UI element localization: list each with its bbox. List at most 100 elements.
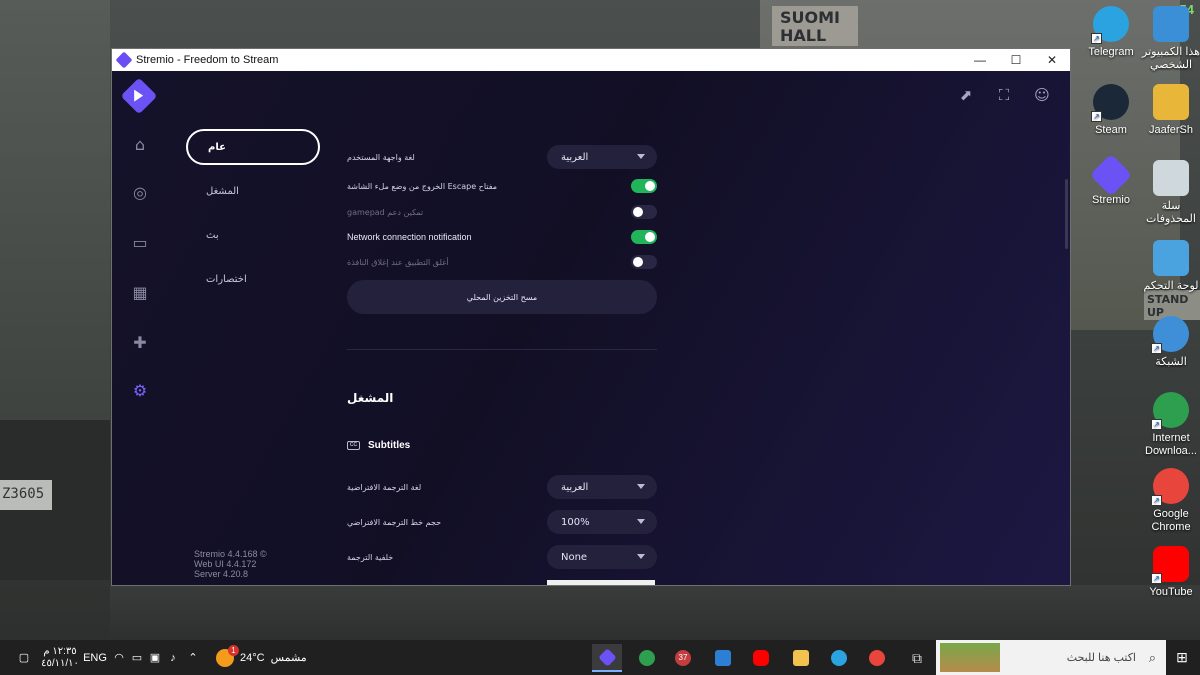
subtitle-size-select[interactable]: 100%: [547, 510, 657, 534]
sun-icon: 1: [216, 644, 239, 667]
taskbar-app-badged[interactable]: 37: [668, 644, 698, 672]
notification-center-icon[interactable]: ▢: [12, 640, 36, 675]
desktop-icon-jaafersh[interactable]: JaaferSh: [1136, 84, 1200, 137]
desktop-icon-chrome[interactable]: ↗ Google Chrome: [1136, 468, 1200, 534]
category-streaming[interactable]: بث: [186, 217, 320, 253]
settings-scrollbar[interactable]: [1065, 179, 1068, 249]
version-server: Server 4.20.8: [194, 569, 249, 579]
desktop-icon-this-pc[interactable]: هذا الكمبيوتر الشخصي: [1136, 6, 1200, 72]
desktop-icon-idm[interactable]: ↗ Internet Downloa...: [1136, 392, 1200, 458]
desktop-icon-network[interactable]: ↗ الشبكة: [1136, 316, 1200, 369]
subtitle-language-select[interactable]: العربية: [547, 475, 657, 499]
taskbar-app-youtube[interactable]: [746, 644, 776, 672]
network-notification-label: Network connection notification: [347, 232, 472, 242]
desktop-icon-youtube[interactable]: ↗ YouTube: [1136, 546, 1200, 599]
task-view-button[interactable]: ⧉: [902, 644, 932, 672]
stremio-app-icon: [115, 51, 133, 69]
stremio-logo[interactable]: [120, 77, 158, 115]
volume-icon[interactable]: ♪: [166, 640, 180, 675]
telegram-icon: [831, 650, 847, 666]
search-placeholder: اكتب هنا للبحث: [1066, 652, 1136, 664]
quit-on-close-label: أغلق التطبيق عند إغلاق النافذة: [347, 257, 449, 267]
wallpaper-plate: Z3605: [0, 480, 52, 510]
version-web: Web UI 4.4.172: [194, 559, 257, 569]
wallpaper-trees: [0, 0, 110, 420]
maximize-button[interactable]: ☐: [998, 49, 1034, 71]
search-icon: ⌕: [1148, 649, 1156, 665]
settings-content: لغة واجهة المستخدم العربية الخروج من وضع…: [347, 71, 657, 585]
settings-icon[interactable]: ⚙: [130, 381, 150, 401]
subtitle-background-select[interactable]: None: [547, 545, 657, 569]
chevron-down-icon: [637, 154, 645, 159]
control-panel-icon: [1153, 240, 1189, 276]
subtitle-language-label: لغة الترجمة الافتراضية: [347, 482, 422, 492]
stremio-icon: [597, 647, 617, 667]
language-indicator[interactable]: ENG: [83, 640, 107, 675]
external-link-icon[interactable]: ⬈: [956, 85, 976, 105]
quit-on-close-toggle[interactable]: [631, 255, 657, 269]
weather-temp: 24°C: [240, 651, 265, 664]
telegram-icon: ↗: [1091, 6, 1129, 44]
player-section-title: المشغل: [347, 391, 394, 405]
gamepad-toggle[interactable]: [631, 205, 657, 219]
taskbar-app-chrome[interactable]: [862, 644, 892, 672]
close-button[interactable]: ✕: [1034, 49, 1070, 71]
fullscreen-icon[interactable]: ⛶: [994, 85, 1014, 105]
addons-icon[interactable]: ✚: [130, 333, 150, 353]
steam-icon: ↗: [1091, 84, 1129, 122]
network-notification-toggle[interactable]: [631, 230, 657, 244]
stremio-app: ⌂ ◎ ▭ ▦ ✚ ⚙ ⬈ ⛶ ☺ عام المشغل بث اختصارات…: [112, 71, 1070, 585]
window-titlebar[interactable]: Stremio - Freedom to Stream — ☐ ✕: [112, 49, 1070, 71]
library-icon[interactable]: ▭: [130, 233, 150, 253]
home-icon[interactable]: ⌂: [130, 135, 150, 155]
battery-icon[interactable]: ▭: [130, 640, 144, 675]
wifi-icon[interactable]: ◠: [112, 640, 126, 675]
search-box[interactable]: اكتب هنا للبحث ⌕: [936, 640, 1166, 675]
escape-fullscreen-label: الخروج من وضع ملء الشاشة Escape مفتاح: [347, 181, 498, 191]
setting-network-notification: Network connection notification: [347, 229, 657, 245]
taskbar-app-explorer[interactable]: [786, 644, 816, 672]
calendar-icon[interactable]: ▦: [130, 283, 150, 303]
clear-local-storage-button[interactable]: مسح التخزين المحلي: [347, 280, 657, 314]
setting-ui-language: لغة واجهة المستخدم العربية: [347, 145, 657, 169]
taskbar-app-stremio[interactable]: [592, 644, 622, 672]
header-actions: ⬈ ⛶ ☺: [956, 85, 1052, 105]
category-player[interactable]: المشغل: [186, 173, 320, 209]
stremio-icon: [1089, 153, 1133, 197]
profile-icon[interactable]: ☺: [1032, 85, 1052, 105]
settings-categories: عام المشغل بث اختصارات: [186, 129, 320, 305]
setting-subtitle-background: خلفية الترجمة None: [347, 545, 657, 569]
minimize-button[interactable]: —: [962, 49, 998, 71]
chevron-down-icon: [637, 554, 645, 559]
chrome-icon: [869, 650, 885, 666]
desktop-icon-recycle-bin[interactable]: سلة المحذوفات: [1136, 160, 1200, 226]
start-button[interactable]: ⊞: [1168, 640, 1196, 675]
chrome-icon: ↗: [1151, 468, 1189, 506]
taskbar-app-mail[interactable]: [708, 644, 738, 672]
escape-fullscreen-toggle[interactable]: [631, 179, 657, 193]
chevron-down-icon: [637, 519, 645, 524]
tray-app-icon[interactable]: ▣: [148, 640, 162, 675]
internet-download-manager-icon: ↗: [1151, 392, 1189, 430]
weather-widget[interactable]: 1 24°C مشمس: [216, 640, 316, 675]
ui-language-select[interactable]: العربية: [547, 145, 657, 169]
taskbar: ▢ ١٢:٣٥ م ٤٥/١١/١٠ ENG ◠ ▭ ▣ ♪ ⌃ 1 24°C …: [0, 640, 1200, 675]
network-icon: ↗: [1151, 316, 1189, 354]
task-view-icon: ⧉: [912, 649, 922, 666]
desktop-icon-control-panel[interactable]: لوحة التحكم: [1136, 240, 1200, 293]
category-general[interactable]: عام: [186, 129, 320, 165]
window-title: Stremio - Freedom to Stream: [136, 54, 279, 66]
clock-date: ٤٥/١١/١٠: [41, 657, 79, 669]
folder-icon: [1153, 84, 1189, 120]
color-swatch-preview[interactable]: [547, 580, 655, 585]
taskbar-app-telegram[interactable]: [824, 644, 854, 672]
clock[interactable]: ١٢:٣٥ م ٤٥/١١/١٠: [40, 640, 80, 675]
discover-icon[interactable]: ◎: [130, 183, 150, 203]
setting-quit-on-close: أغلق التطبيق عند إغلاق النافذة: [347, 254, 657, 270]
chevron-down-icon: [637, 484, 645, 489]
category-shortcuts[interactable]: اختصارات: [186, 261, 320, 297]
notification-badge-icon: 37: [675, 650, 691, 666]
taskbar-app-idm[interactable]: [632, 644, 662, 672]
tray-expand-icon[interactable]: ⌃: [186, 640, 200, 675]
youtube-icon: ↗: [1151, 546, 1189, 584]
